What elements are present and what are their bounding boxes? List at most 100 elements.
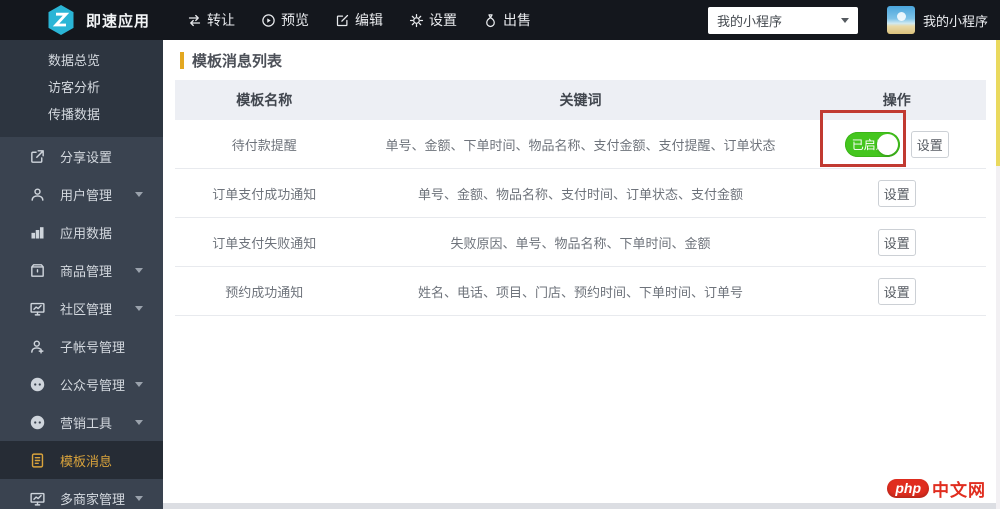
row-actions: 设置 [808, 179, 986, 207]
sidebar-item-label: 用户管理 [60, 187, 113, 203]
template-keywords: 单号、金额、物品名称、支付时间、订单状态、支付金额 [417, 186, 743, 202]
sidebar-item-marketing-tools[interactable]: 营销工具 [0, 403, 163, 441]
mini-program-select[interactable]: 我的小程序 [707, 6, 858, 34]
sidebar-item-label: 子帐号管理 [60, 339, 126, 355]
chevron-down-icon [135, 191, 143, 197]
sidebar-item-label: 商品管理 [60, 263, 113, 279]
menu-label: 编辑 [355, 12, 383, 28]
template-name: 预约成功通知 [225, 284, 304, 300]
sidebar-item-label: 社区管理 [60, 301, 113, 317]
settings-button[interactable]: 设置 [877, 228, 916, 256]
brand-logo-icon [48, 5, 74, 35]
sidebar-item-label: 公众号管理 [60, 377, 126, 393]
sidebar-data-group: 数据总览 访客分析 传播数据 [0, 40, 163, 137]
account-label: 我的小程序 [922, 13, 988, 29]
settings-button[interactable]: 设置 [877, 277, 916, 305]
chevron-down-icon [135, 381, 143, 387]
sidebar-item-subaccount-management[interactable]: 子帐号管理 [0, 327, 163, 365]
settings-button[interactable]: 设置 [910, 130, 949, 158]
template-message-table: 模板名称 关键词 操作 待付款提醒 单号、金额、下单时间、物品名称、支付金额、支… [175, 80, 986, 316]
topbar: 即速应用 转让 预览 编辑 设置 出售 我的小程序 我的小程序 [0, 0, 1000, 40]
menu-label: 转让 [207, 12, 235, 28]
bar-chart-icon [29, 224, 46, 241]
settings-icon [409, 13, 424, 27]
vertical-scrollbar[interactable] [996, 40, 1000, 509]
enabled-toggle[interactable]: 已启用 [844, 131, 900, 157]
mini-program-select-value: 我的小程序 [716, 13, 782, 29]
template-keywords: 姓名、电话、项目、门店、预约时间、下单时间、订单号 [417, 284, 743, 300]
table-row: 订单支付失败通知 失败原因、单号、物品名称、下单时间、金额 设置 [175, 218, 986, 267]
sidebar-item-app-data[interactable]: 应用数据 [0, 213, 163, 251]
toggle-knob [876, 133, 898, 155]
menu-item-edit[interactable]: 编辑 [335, 10, 383, 30]
sidebar-item-official-account-management[interactable]: 公众号管理 [0, 365, 163, 403]
sidebar-item-label: 分享设置 [60, 149, 113, 165]
sidebar-item-community-management[interactable]: 社区管理 [0, 289, 163, 327]
sidebar-item-label: 营销工具 [60, 415, 113, 431]
brand[interactable]: 即速应用 [0, 3, 163, 37]
template-name: 订单支付失败通知 [212, 235, 317, 251]
sidebar-item-goods-management[interactable]: 商品管理 [0, 251, 163, 289]
sidebar-item-data-overview[interactable]: 数据总览 [0, 47, 163, 74]
preview-icon [262, 13, 275, 27]
column-header-template-name: 模板名称 [236, 92, 293, 108]
sidebar-item-share-settings[interactable]: 分享设置 [0, 137, 163, 175]
user-icon [29, 186, 46, 203]
table-row: 预约成功通知 姓名、电话、项目、门店、预约时间、下单时间、订单号 设置 [175, 267, 986, 316]
chevron-down-icon [135, 267, 143, 273]
menu-item-transfer[interactable]: 转让 [187, 10, 235, 30]
column-header-actions: 操作 [882, 92, 911, 108]
watermark: php 中文网 [887, 476, 986, 501]
brand-name: 即速应用 [86, 12, 151, 30]
menu-label: 预览 [281, 12, 309, 28]
avatar[interactable] [886, 6, 915, 34]
menu-item-preview[interactable]: 预览 [261, 10, 309, 30]
template-name: 待付款提醒 [231, 137, 297, 153]
template-message-icon [29, 452, 46, 469]
title-accent-bar [180, 51, 184, 69]
column-header-keywords: 关键词 [559, 92, 602, 108]
sidebar-item-multi-merchant-management[interactable]: 多商家管理 [0, 479, 163, 509]
sidebar-item-user-management[interactable]: 用户管理 [0, 175, 163, 213]
menu-item-settings[interactable]: 设置 [409, 10, 457, 30]
menu-label: 出售 [503, 12, 531, 28]
menu-item-sell[interactable]: 出售 [483, 10, 531, 30]
row-actions: 设置 [808, 228, 986, 256]
goods-box-icon [29, 262, 46, 279]
edit-icon [336, 14, 349, 26]
sidebar-item-label: 多商家管理 [60, 491, 126, 507]
table-row: 订单支付成功通知 单号、金额、物品名称、支付时间、订单状态、支付金额 设置 [175, 169, 986, 218]
php-badge: php [887, 479, 929, 498]
template-name: 订单支付成功通知 [212, 186, 317, 202]
menu-label: 设置 [429, 12, 457, 28]
watermark-text: 中文网 [932, 481, 986, 500]
community-monitor-icon [29, 300, 46, 317]
table-row: 待付款提醒 单号、金额、下单时间、物品名称、支付金额、支付提醒、订单状态 已启用… [175, 120, 986, 169]
sidebar-item-visitor-analysis[interactable]: 访客分析 [0, 74, 163, 101]
share-icon [29, 148, 46, 165]
chevron-down-icon [135, 305, 143, 311]
horizontal-scrollbar[interactable] [163, 503, 996, 509]
sidebar-item-spread-data[interactable]: 传播数据 [0, 101, 163, 128]
row-actions: 设置 [808, 277, 986, 305]
chevron-down-icon [840, 17, 849, 23]
transfer-icon [188, 14, 201, 26]
sell-icon [486, 13, 495, 27]
scrollbar-thumb[interactable] [996, 40, 1000, 166]
chevron-down-icon [135, 495, 143, 501]
page-title: 模板消息列表 [192, 52, 283, 70]
sidebar-item-label: 应用数据 [60, 225, 113, 241]
sidebar: 数据总览 访客分析 传播数据 分享设置 用户管理 应用数据 商品管理 社区管理 … [0, 40, 163, 509]
topbar-right: 我的小程序 我的小程序 [707, 6, 988, 34]
chevron-down-icon [135, 419, 143, 425]
marketing-icon [29, 414, 46, 431]
multi-merchant-icon [29, 490, 46, 507]
main-content: 模板消息列表 模板名称 关键词 操作 待付款提醒 单号、金额、下单时间、物品名称… [163, 40, 1000, 509]
template-keywords: 单号、金额、下单时间、物品名称、支付金额、支付提醒、订单状态 [385, 137, 776, 153]
template-keywords: 失败原因、单号、物品名称、下单时间、金额 [450, 235, 711, 251]
settings-button[interactable]: 设置 [877, 179, 916, 207]
page-title-row: 模板消息列表 [163, 40, 1000, 80]
top-menu: 转让 预览 编辑 设置 出售 [187, 10, 531, 30]
official-account-icon [29, 376, 46, 393]
sidebar-item-template-message[interactable]: 模板消息 [0, 441, 163, 479]
